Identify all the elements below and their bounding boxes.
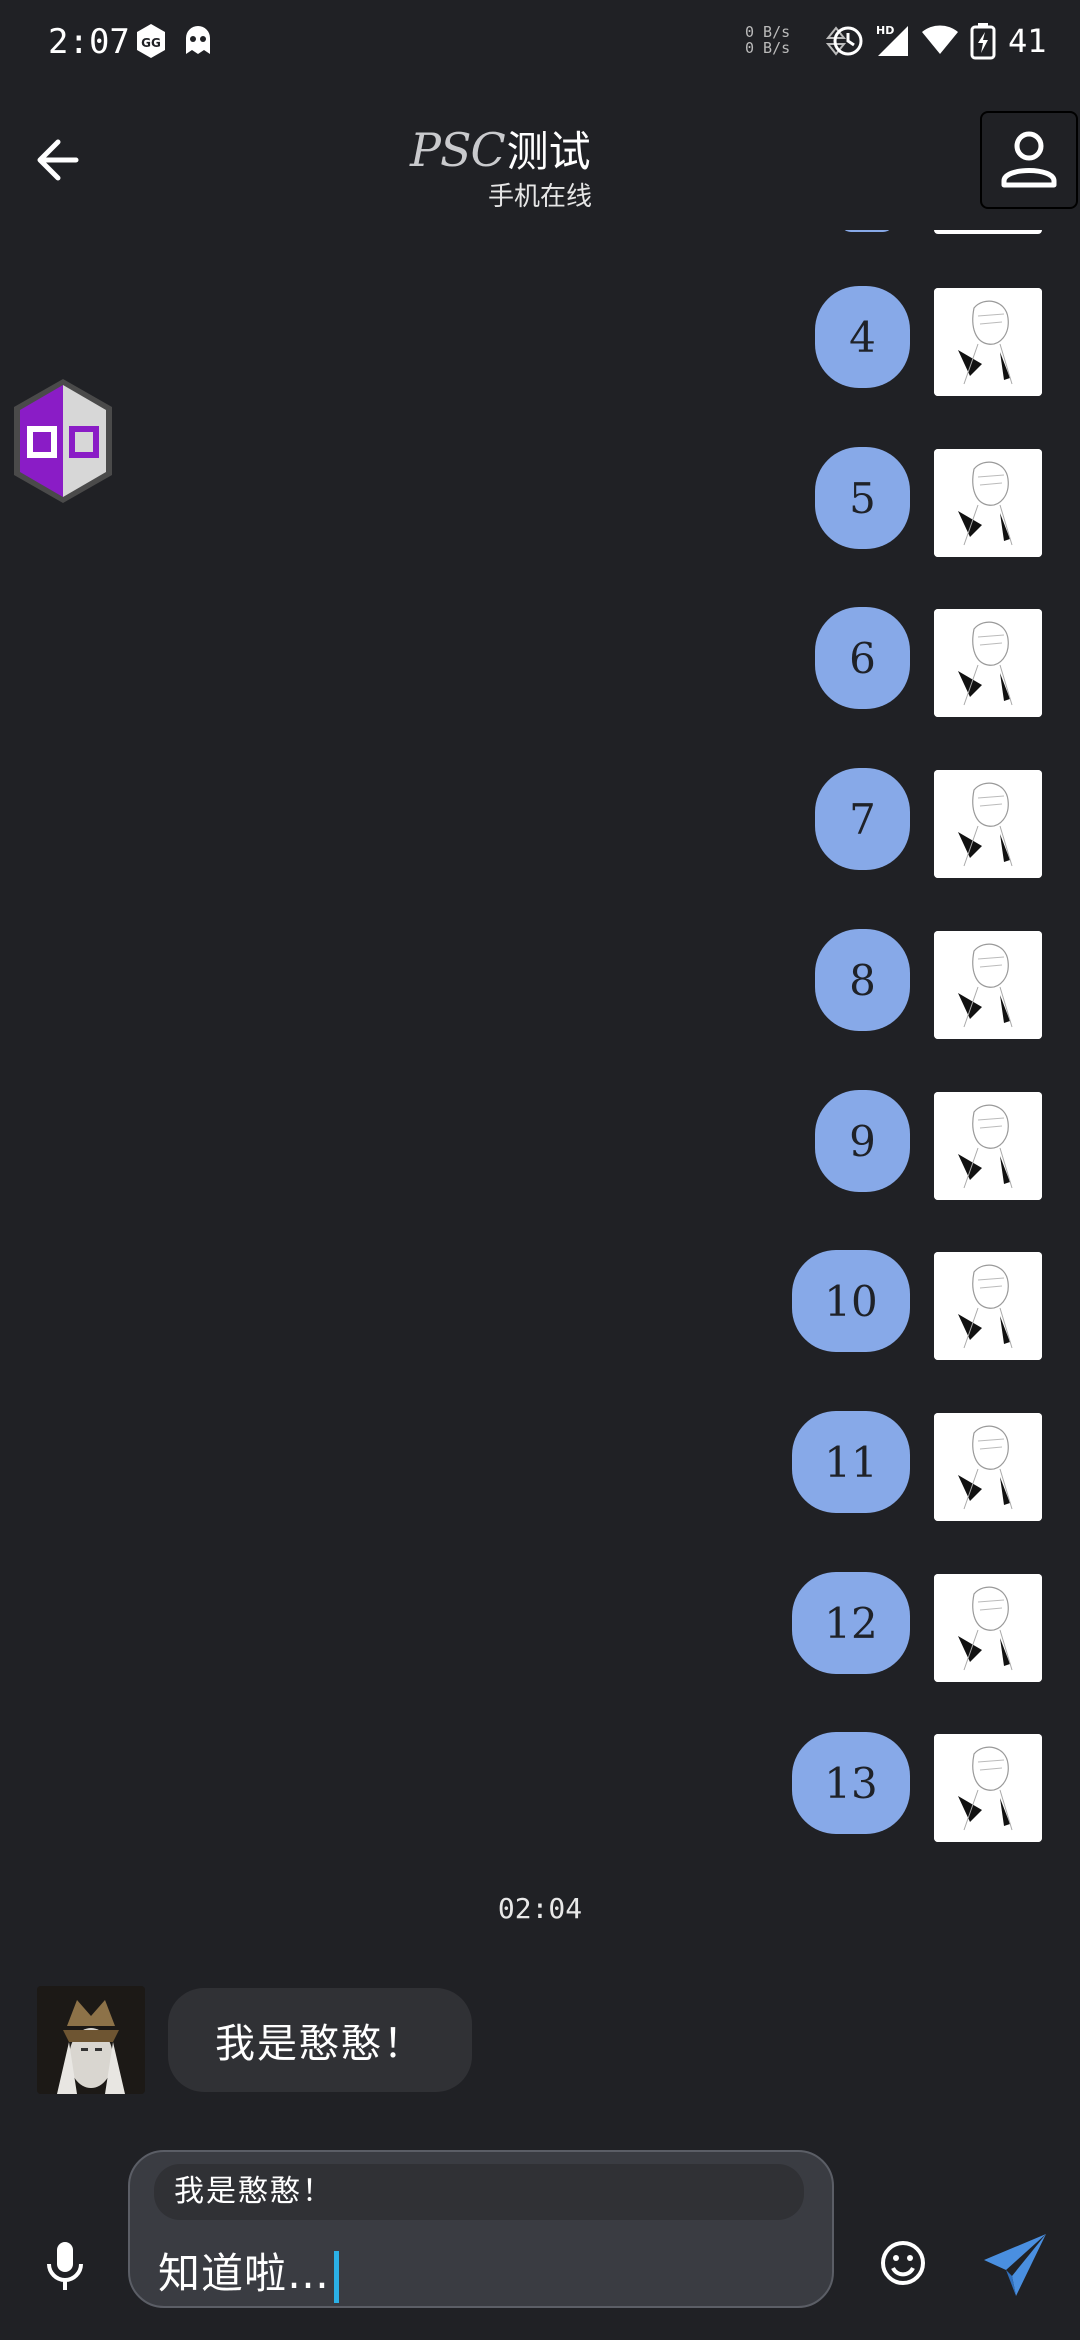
sent-bubble[interactable]: 7 (815, 768, 910, 870)
sent-bubble[interactable]: 8 (815, 929, 910, 1031)
chat-header: PSC测试 手机在线 (0, 100, 1080, 230)
message-list[interactable]: 4 5 6 7 8 9 10 11 12 13 02:04 我是憨憨！ (0, 230, 1080, 2130)
message-timestamp: 02:04 (497, 1892, 583, 1925)
chat-title[interactable]: PSC测试 (410, 118, 591, 179)
battery-level: 41 (1008, 22, 1047, 60)
my-avatar[interactable] (934, 1574, 1042, 1682)
my-avatar[interactable] (934, 931, 1042, 1039)
send-icon (984, 2234, 1046, 2296)
received-bubble[interactable]: 我是憨憨！ (168, 1988, 472, 2092)
gameguardian-float-button[interactable] (8, 375, 118, 507)
hd-signal-icon: HD (874, 22, 910, 62)
avatar-partial (934, 230, 1042, 234)
sent-bubble-partial (840, 230, 894, 232)
title-text: 测试 (506, 127, 591, 176)
ghost-icon (182, 22, 214, 62)
sent-bubble[interactable]: 13 (792, 1732, 910, 1834)
my-avatar[interactable] (934, 1092, 1042, 1200)
online-status: 手机在线 (488, 182, 593, 212)
title-prefix: PSC (410, 123, 506, 177)
svg-text:HD: HD (876, 24, 894, 37)
profile-button[interactable] (980, 111, 1078, 209)
voice-input-button[interactable] (40, 2238, 90, 2294)
status-time: 2:07 (48, 22, 130, 62)
network-speed: 0 B/s 0 B/s (745, 24, 790, 56)
message-input[interactable]: 知道啦… (158, 2240, 340, 2303)
emoji-button[interactable] (878, 2238, 928, 2288)
contact-avatar[interactable] (37, 1986, 145, 2094)
sent-bubble[interactable]: 11 (792, 1411, 910, 1513)
my-avatar[interactable] (934, 609, 1042, 717)
battery-charging-icon (970, 22, 996, 64)
my-avatar[interactable] (934, 1252, 1042, 1360)
my-avatar[interactable] (934, 770, 1042, 878)
sent-bubble[interactable]: 4 (815, 286, 910, 388)
smiley-icon (881, 2241, 925, 2285)
person-icon (1001, 131, 1057, 188)
upload-speed: 0 B/s (745, 23, 791, 41)
wifi-icon (920, 22, 960, 60)
gameguardian-icon (14, 379, 112, 503)
sent-bubble[interactable]: 9 (815, 1090, 910, 1192)
alarm-icon (830, 22, 866, 62)
my-avatar[interactable] (934, 288, 1042, 396)
reply-preview[interactable]: 我是憨憨！ (154, 2164, 804, 2220)
gameguardian-icon: GG (134, 22, 168, 64)
sent-bubble[interactable]: 10 (792, 1250, 910, 1352)
status-bar: 2:07 GG 0 B/s 0 B/s HD 41 (0, 0, 1080, 90)
my-avatar[interactable] (934, 449, 1042, 557)
sent-bubble[interactable]: 12 (792, 1572, 910, 1674)
send-button[interactable] (980, 2232, 1050, 2298)
my-avatar[interactable] (934, 1734, 1042, 1842)
message-composer[interactable]: 我是憨憨！ 知道啦… (128, 2150, 834, 2308)
arrow-left-icon (37, 139, 79, 181)
input-value: 知道啦… (158, 2249, 331, 2298)
microphone-icon (47, 2242, 83, 2290)
my-avatar[interactable] (934, 1413, 1042, 1521)
sent-bubble[interactable]: 5 (815, 447, 910, 549)
text-caret (334, 2250, 340, 2303)
sent-bubble[interactable]: 6 (815, 607, 910, 709)
back-button[interactable] (30, 130, 90, 190)
download-speed: 0 B/s (745, 39, 791, 57)
svg-text:GG: GG (141, 36, 161, 50)
